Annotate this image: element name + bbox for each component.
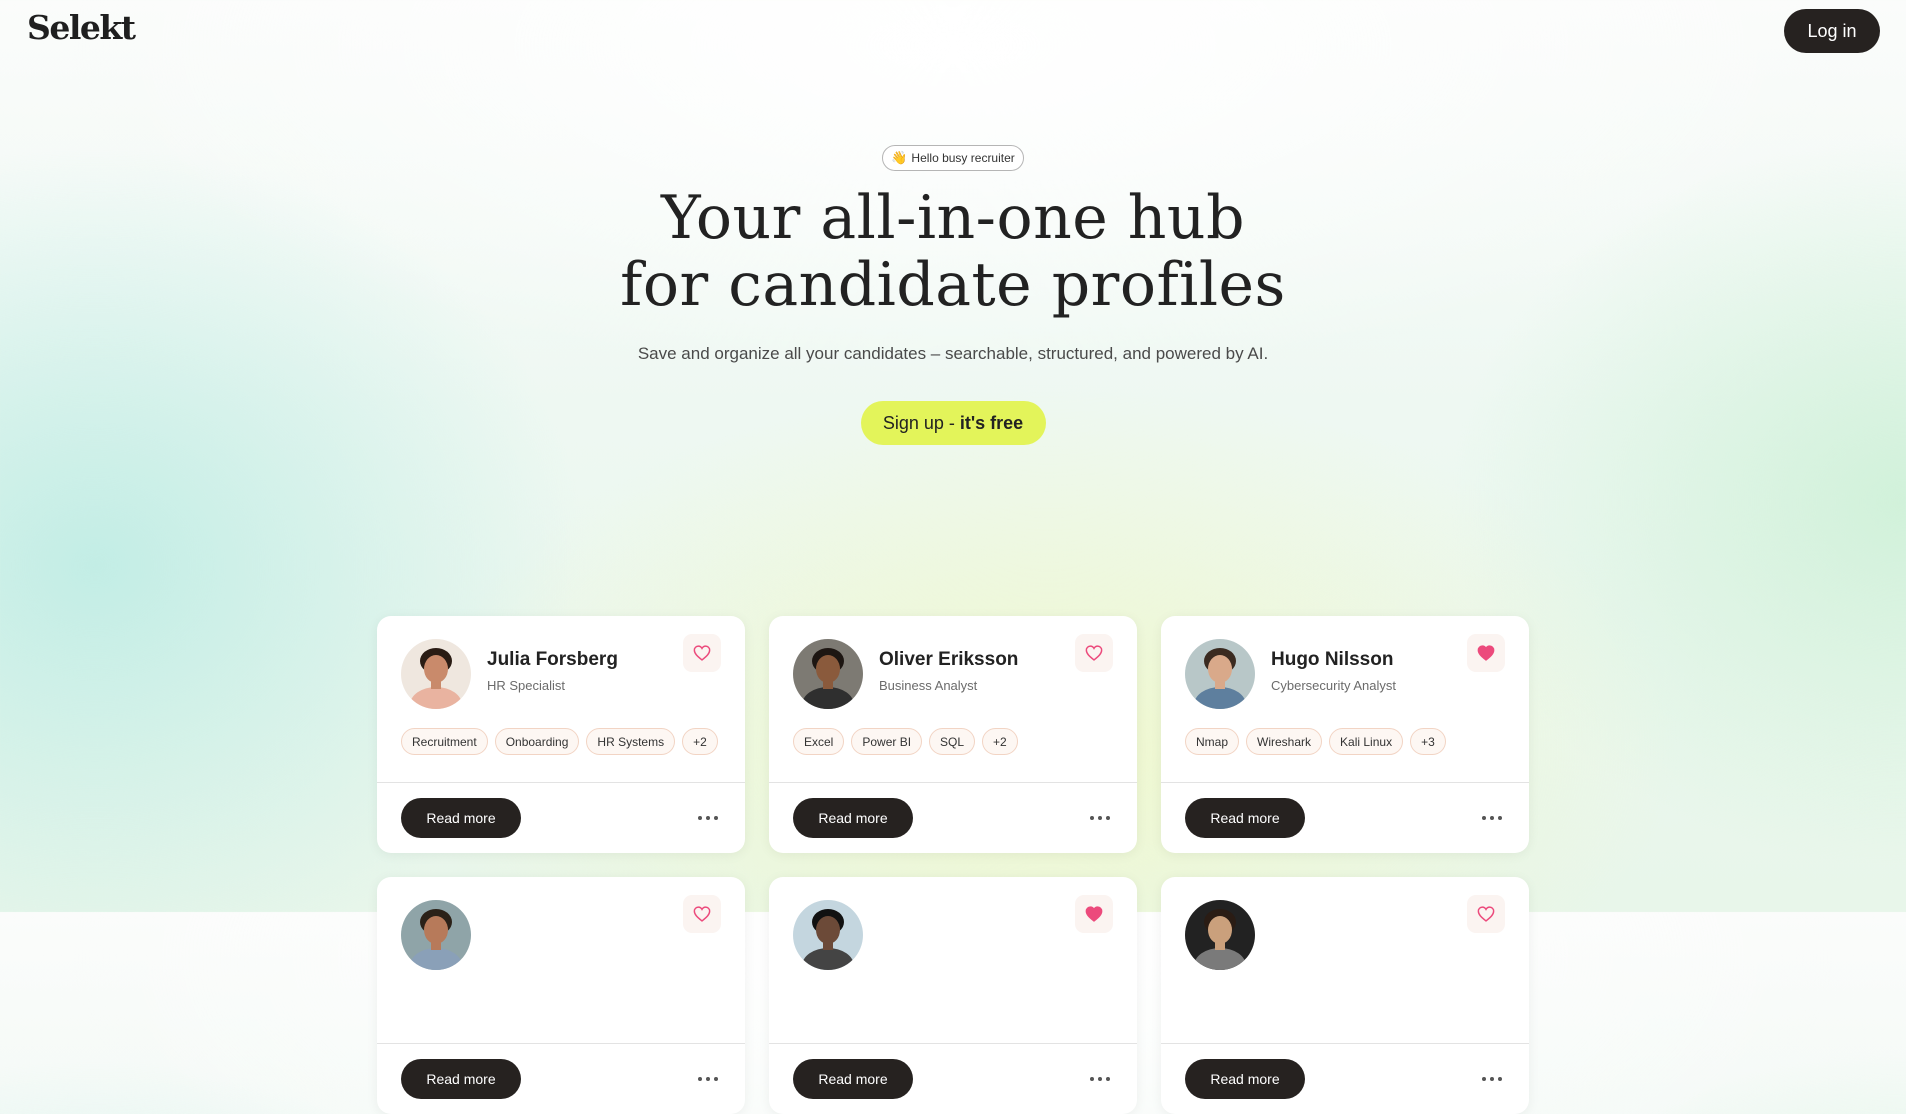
logo[interactable]: Selekt — [27, 8, 136, 47]
login-button[interactable]: Log in — [1784, 9, 1880, 53]
card-divider — [377, 782, 745, 783]
favorite-button[interactable] — [683, 895, 721, 933]
avatar — [1185, 900, 1255, 970]
skill-tag[interactable]: Onboarding — [494, 728, 580, 755]
candidate-grid: Julia Forsberg HR Specialist Recruitment On… — [377, 616, 1529, 1114]
signup-label: Sign up - — [882, 412, 960, 433]
avatar — [401, 639, 471, 709]
hero-title-line-2: for candidate profiles — [620, 250, 1286, 320]
skill-tag[interactable]: Kali Linux — [1329, 728, 1404, 755]
favorite-button[interactable] — [683, 634, 721, 672]
avatar — [401, 900, 471, 970]
favorite-button[interactable] — [1467, 895, 1505, 933]
skill-tag[interactable]: SQL — [929, 728, 976, 755]
heart-icon — [1477, 645, 1495, 661]
candidate-card: Read more — [1161, 877, 1529, 1114]
hero-section: 👋 Hello busy recruiter Your all-in-one h… — [0, 145, 1906, 445]
avatar — [1185, 639, 1255, 709]
card-divider — [769, 1043, 1137, 1044]
read-more-button[interactable]: Read more — [1185, 1059, 1305, 1099]
heart-icon — [693, 906, 711, 922]
candidate-card: Julia Forsberg HR Specialist Recruitment On… — [377, 616, 745, 853]
heart-icon — [1477, 906, 1495, 922]
more-options-icon[interactable] — [1085, 806, 1115, 830]
read-more-button[interactable]: Read more — [401, 798, 521, 838]
candidate-card: Oliver Eriksson Business Analyst Excel Powe… — [769, 616, 1137, 853]
more-options-icon[interactable] — [1477, 1067, 1507, 1091]
read-more-button[interactable]: Read more — [401, 1059, 521, 1099]
skill-tag[interactable]: Wireshark — [1246, 728, 1323, 755]
skill-tag[interactable]: Nmap — [1185, 728, 1240, 755]
favorite-button[interactable] — [1075, 895, 1113, 933]
candidate-name[interactable]: Julia Forsberg — [487, 649, 618, 671]
candidate-card: Read more — [377, 877, 745, 1114]
candidate-role: Business Analyst — [879, 678, 978, 693]
heart-icon — [1085, 906, 1103, 922]
greeting-badge: 👋 Hello busy recruiter — [882, 145, 1024, 171]
card-divider — [1161, 1043, 1529, 1044]
read-more-button[interactable]: Read more — [793, 798, 913, 838]
read-more-button[interactable]: Read more — [793, 1059, 913, 1099]
candidate-name[interactable]: Oliver Eriksson — [879, 649, 1018, 671]
card-divider — [1161, 782, 1529, 783]
signup-label-free: it's free — [959, 412, 1024, 433]
skill-tag[interactable]: +2 — [982, 728, 1018, 755]
skill-tag[interactable]: +2 — [682, 728, 718, 755]
more-options-icon[interactable] — [693, 806, 723, 830]
skill-tags: Recruitment Onboarding HR Systems +2 — [401, 728, 721, 755]
heart-icon — [693, 645, 711, 661]
greeting-text: Hello busy recruiter — [911, 151, 1015, 165]
heart-icon — [1085, 645, 1103, 661]
waving-hand-icon: 👋 — [891, 150, 908, 165]
read-more-button[interactable]: Read more — [1185, 798, 1305, 838]
candidate-role: HR Specialist — [487, 678, 566, 693]
skill-tags: Nmap Wireshark Kali Linux +3 — [1185, 728, 1505, 755]
hero-title-line-1: Your all-in-one hub — [661, 183, 1245, 253]
favorite-button[interactable] — [1075, 634, 1113, 672]
skill-tag[interactable]: +3 — [1410, 728, 1446, 755]
signup-button[interactable]: Sign up - it's free — [860, 401, 1046, 445]
skill-tag[interactable]: Power BI — [851, 728, 923, 755]
more-options-icon[interactable] — [693, 1067, 723, 1091]
skill-tag[interactable]: HR Systems — [586, 728, 676, 755]
candidate-role: Cybersecurity Analyst — [1271, 678, 1396, 693]
candidate-card: Hugo Nilsson Cybersecurity Analyst Nmap Wir… — [1161, 616, 1529, 853]
avatar — [793, 639, 863, 709]
skill-tags: Excel Power BI SQL +2 — [793, 728, 1113, 755]
avatar — [793, 900, 863, 970]
hero-subtitle: Save and organize all your candidates – … — [637, 344, 1269, 363]
more-options-icon[interactable] — [1085, 1067, 1115, 1091]
hero-title: Your all-in-one hub for candidate profil… — [0, 185, 1906, 319]
card-divider — [377, 1043, 745, 1044]
more-options-icon[interactable] — [1477, 806, 1507, 830]
candidate-card: Read more — [769, 877, 1137, 1114]
skill-tag[interactable]: Excel — [793, 728, 845, 755]
candidate-name[interactable]: Hugo Nilsson — [1271, 649, 1393, 671]
card-divider — [769, 782, 1137, 783]
favorite-button[interactable] — [1467, 634, 1505, 672]
skill-tag[interactable]: Recruitment — [401, 728, 488, 755]
